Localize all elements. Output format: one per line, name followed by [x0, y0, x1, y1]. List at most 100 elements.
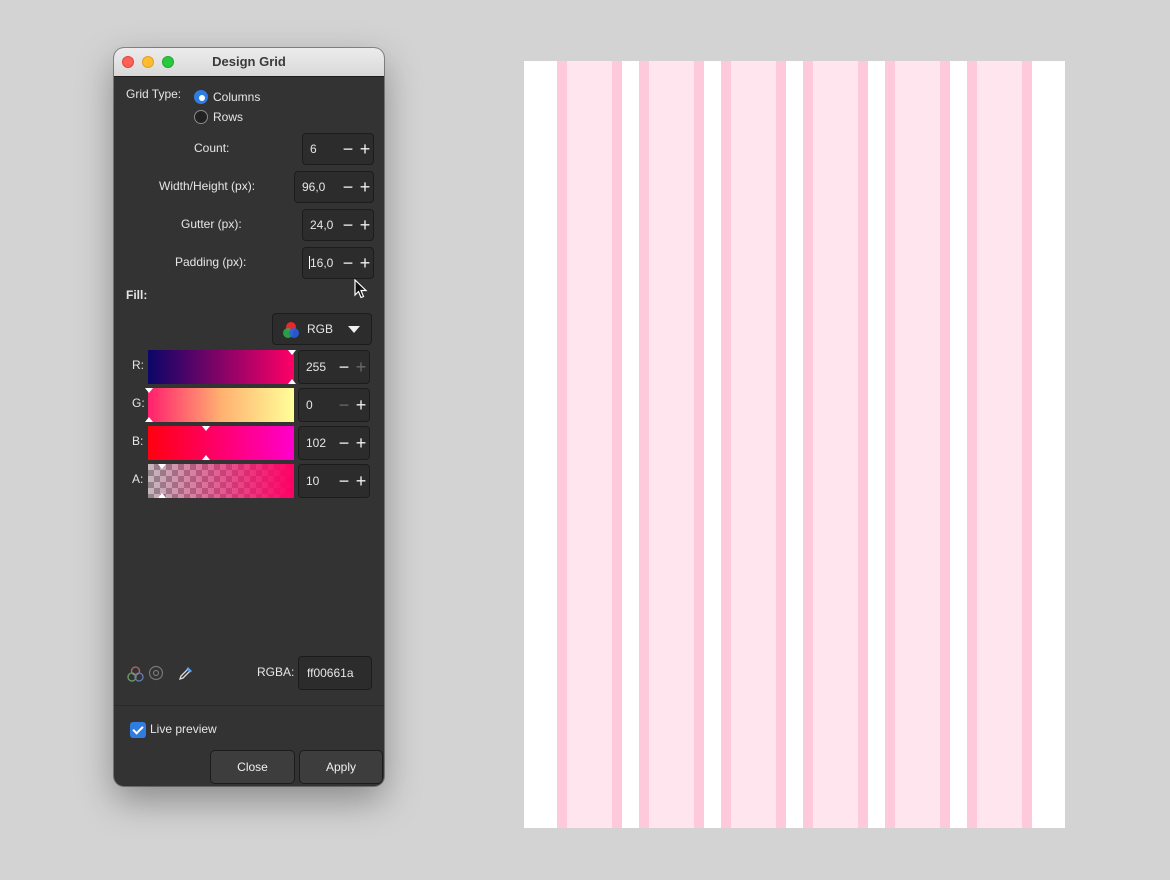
blue-slider-thumb-bottom[interactable]: [202, 455, 210, 460]
padding-label: Padding (px):: [175, 255, 247, 269]
count-decrement-button[interactable]: −: [339, 134, 357, 164]
grid-column-padding: [885, 61, 895, 828]
green-increment-button[interactable]: +: [352, 390, 370, 420]
gutter-label: Gutter (px):: [181, 217, 242, 231]
alpha-increment-button[interactable]: +: [352, 466, 370, 496]
chevron-down-icon: [348, 326, 360, 333]
green-decrement-button[interactable]: −: [335, 390, 353, 420]
rgba-hex-value[interactable]: ff00661a: [307, 666, 354, 680]
gutter-decrement-button[interactable]: −: [339, 210, 357, 240]
alpha-decrement-button[interactable]: −: [335, 466, 353, 496]
grid-column-body: [895, 61, 940, 828]
grid-column-padding: [803, 61, 813, 828]
green-slider-thumb-bottom[interactable]: [145, 417, 153, 422]
gutter-value[interactable]: 24,0: [310, 218, 333, 232]
grid-column: [557, 61, 622, 828]
columns-radio[interactable]: [194, 90, 208, 104]
grid-column-padding: [721, 61, 731, 828]
grid-column-padding: [776, 61, 786, 828]
grid-column: [967, 61, 1032, 828]
red-slider-thumb-top[interactable]: [288, 350, 296, 355]
red-channel-label: R:: [132, 358, 144, 372]
count-increment-button[interactable]: +: [356, 134, 374, 164]
alpha-channel-value[interactable]: 10: [306, 474, 319, 488]
green-channel-label: G:: [132, 396, 145, 410]
title-bar[interactable]: Design Grid: [114, 48, 384, 77]
padding-increment-button[interactable]: +: [356, 248, 374, 278]
alpha-channel-spinner[interactable]: 10 − +: [298, 464, 370, 498]
color-scales-icon[interactable]: [127, 666, 144, 682]
grid-column: [803, 61, 868, 828]
padding-decrement-button[interactable]: −: [339, 248, 357, 278]
width-height-decrement-button[interactable]: −: [339, 172, 357, 202]
alpha-slider-thumb-top[interactable]: [158, 464, 166, 469]
grid-column-body: [813, 61, 858, 828]
rgba-label: RGBA:: [257, 665, 295, 679]
width-height-value[interactable]: 96,0: [302, 180, 325, 194]
grid-column-body: [567, 61, 612, 828]
mouse-pointer-icon: [354, 279, 368, 299]
color-mode-value: RGB: [307, 322, 334, 336]
alpha-channel-label: A:: [132, 472, 144, 486]
grid-column-padding: [1022, 61, 1032, 828]
count-spinner[interactable]: 6 − +: [302, 133, 374, 165]
blue-channel-spinner[interactable]: 102 − +: [298, 426, 370, 460]
red-decrement-button[interactable]: −: [335, 352, 353, 382]
close-button[interactable]: Close: [210, 750, 295, 784]
red-slider-thumb-bottom[interactable]: [288, 379, 296, 384]
gutter-spinner[interactable]: 24,0 − +: [302, 209, 374, 241]
red-channel-value[interactable]: 255: [306, 360, 326, 374]
alpha-channel-slider[interactable]: [148, 464, 294, 498]
blue-increment-button[interactable]: +: [352, 428, 370, 458]
green-channel-spinner[interactable]: 0 − +: [298, 388, 370, 422]
design-grid-dialog: Design Grid Grid Type: Columns Rows Coun…: [114, 48, 384, 786]
eyedropper-icon[interactable]: [178, 665, 194, 681]
green-slider-thumb-top[interactable]: [145, 388, 153, 393]
red-increment-button[interactable]: +: [352, 352, 370, 382]
divider: [114, 705, 384, 706]
window-title: Design Grid: [212, 54, 286, 69]
count-label: Count:: [194, 141, 230, 155]
blue-channel-value[interactable]: 102: [306, 436, 326, 450]
count-value[interactable]: 6: [310, 142, 317, 156]
grid-column-padding: [858, 61, 868, 828]
grid-column-padding: [557, 61, 567, 828]
live-preview-label[interactable]: Live preview: [150, 722, 217, 736]
width-height-increment-button[interactable]: +: [356, 172, 374, 202]
grid-type-label: Grid Type:: [126, 87, 182, 101]
red-channel-slider[interactable]: [148, 350, 296, 384]
columns-radio-label[interactable]: Columns: [213, 90, 260, 104]
color-wheel-tool-icon[interactable]: [148, 665, 164, 681]
color-mode-dropdown[interactable]: RGB: [272, 313, 372, 345]
blue-slider-thumb-top[interactable]: [202, 426, 210, 431]
blue-decrement-button[interactable]: −: [335, 428, 353, 458]
width-height-label: Width/Height (px):: [159, 179, 256, 193]
blue-channel-label: B:: [132, 434, 144, 448]
grid-column-padding: [612, 61, 622, 828]
padding-spinner[interactable]: 16,0 − +: [302, 247, 374, 279]
grid-column-padding: [694, 61, 704, 828]
rows-radio[interactable]: [194, 110, 208, 124]
grid-column: [639, 61, 704, 828]
width-height-spinner[interactable]: 96,0 − +: [294, 171, 374, 203]
fill-label: Fill:: [126, 288, 148, 302]
rows-radio-label[interactable]: Rows: [213, 110, 243, 124]
grid-column-body: [649, 61, 694, 828]
gutter-increment-button[interactable]: +: [356, 210, 374, 240]
grid-column-padding: [639, 61, 649, 828]
apply-button[interactable]: Apply: [299, 750, 383, 784]
green-channel-value[interactable]: 0: [306, 398, 313, 412]
color-wheel-icon: [283, 322, 299, 338]
live-preview-checkbox[interactable]: [130, 722, 146, 738]
green-channel-slider[interactable]: [145, 388, 294, 422]
grid-column-body: [977, 61, 1022, 828]
preview-canvas: [524, 61, 1065, 828]
red-channel-spinner[interactable]: 255 − +: [298, 350, 370, 384]
rgba-hex-input[interactable]: ff00661a: [298, 656, 372, 690]
alpha-slider-thumb-bottom[interactable]: [158, 493, 166, 498]
grid-column-body: [731, 61, 776, 828]
blue-channel-slider[interactable]: [148, 426, 294, 460]
grid-column-padding: [967, 61, 977, 828]
padding-value[interactable]: 16,0: [310, 256, 333, 270]
grid-column-padding: [940, 61, 950, 828]
